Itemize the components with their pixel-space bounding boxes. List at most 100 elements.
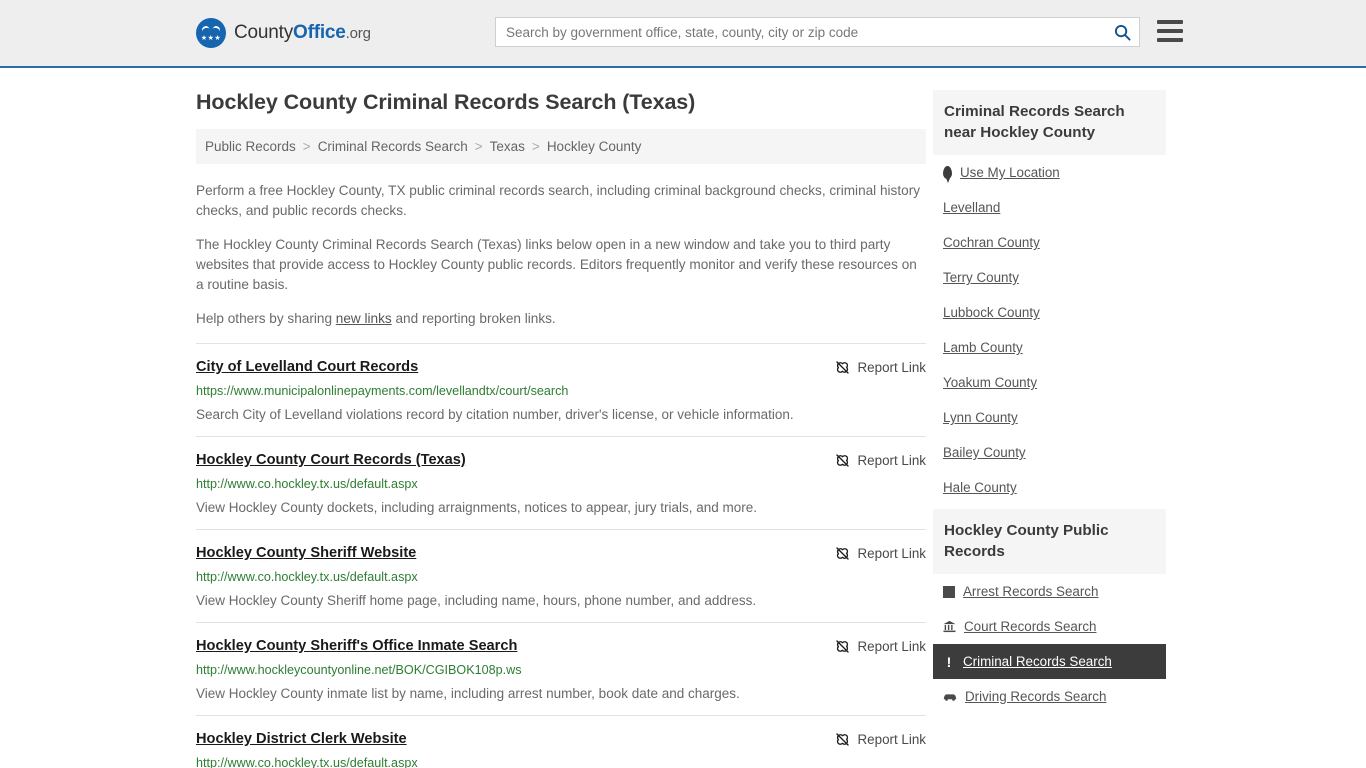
result-title-link[interactable]: Hockley District Clerk Website — [196, 730, 407, 748]
result-item: Hockley County Sheriff's Office Inmate S… — [196, 622, 926, 715]
nearby-item-label: Lubbock County — [943, 305, 1040, 320]
public-records-item-label: Arrest Records Search — [963, 584, 1099, 599]
eagle-seal-icon: ★★★ — [196, 18, 226, 48]
share-suffix: and reporting broken links. — [391, 311, 556, 326]
broken-link-icon — [835, 361, 849, 374]
hamburger-bar — [1157, 29, 1183, 33]
public-records-list-item[interactable]: Court Records Search — [933, 609, 1166, 644]
nearby-item-label: Cochran County — [943, 235, 1040, 250]
exclamation-icon: ! — [946, 653, 952, 670]
hamburger-bar — [1157, 20, 1183, 24]
nearby-list-item[interactable]: Lubbock County — [933, 295, 1166, 330]
result-header: Hockley District Clerk Website Report Li… — [196, 730, 926, 748]
report-link-label: Report Link — [857, 639, 926, 654]
breadcrumb-item-public-records[interactable]: Public Records — [205, 139, 296, 154]
public-records-list-item[interactable]: Driving Records Search — [933, 679, 1166, 714]
result-url[interactable]: http://www.co.hockley.tx.us/default.aspx — [196, 477, 926, 492]
public-records-heading: Hockley County Public Records — [933, 509, 1166, 574]
nearby-item-label: Lamb County — [943, 340, 1023, 355]
nearby-item-label: Levelland — [943, 200, 1001, 215]
report-link-button[interactable]: Report Link — [834, 637, 926, 655]
intro-paragraph-1: Perform a free Hockley County, TX public… — [196, 183, 921, 218]
result-item: Hockley County Court Records (Texas) Rep… — [196, 436, 926, 529]
report-link-button[interactable]: Report Link — [834, 730, 926, 748]
brand-part1: County — [234, 22, 294, 43]
brand-tld: .org — [345, 25, 371, 42]
result-description: Search City of Levelland violations reco… — [196, 407, 794, 422]
result-url[interactable]: http://www.co.hockley.tx.us/default.aspx — [196, 756, 926, 768]
public-records-list: Arrest Records Search Court Records Sear… — [933, 574, 1166, 714]
nearby-item-label: Terry County — [943, 270, 1019, 285]
broken-link-icon — [835, 733, 849, 746]
report-link-button[interactable]: Report Link — [834, 544, 926, 562]
page-title: Hockley County Criminal Records Search (… — [196, 90, 696, 114]
result-description: View Hockley County Sheriff home page, i… — [196, 593, 757, 608]
breadcrumb-separator: > — [531, 139, 540, 154]
nearby-item-label: Use My Location — [960, 165, 1060, 180]
nearby-item-label: Yoakum County — [943, 375, 1038, 390]
car-icon — [943, 694, 957, 701]
nearby-list-item[interactable]: Yoakum County — [933, 365, 1166, 400]
nearby-list-item[interactable]: Lynn County — [933, 400, 1166, 435]
nearby-list-item[interactable]: Terry County — [933, 260, 1166, 295]
nearby-item-label: Hale County — [943, 480, 1017, 495]
page-body: Hockley County Criminal Records Search (… — [0, 68, 1366, 768]
result-title-link[interactable]: City of Levelland Court Records — [196, 358, 418, 376]
public-records-item-label: Criminal Records Search — [963, 654, 1112, 669]
search-button[interactable] — [1105, 18, 1139, 46]
result-description: View Hockley County inmate list by name,… — [196, 686, 740, 701]
result-url[interactable]: http://www.co.hockley.tx.us/default.aspx — [196, 570, 926, 585]
breadcrumb-separator: > — [302, 139, 311, 154]
public-records-list-item[interactable]: ! Criminal Records Search — [933, 644, 1166, 679]
report-link-label: Report Link — [857, 732, 926, 747]
report-link-label: Report Link — [857, 453, 926, 468]
map-pin-icon — [943, 166, 952, 183]
result-url[interactable]: http://www.hockleycountyonline.net/BOK/C… — [196, 663, 926, 678]
public-records-list-item[interactable]: Arrest Records Search — [933, 574, 1166, 609]
report-link-button[interactable]: Report Link — [834, 358, 926, 376]
brand-wordmark: CountyOffice.org — [234, 22, 371, 44]
public-records-item-label: Court Records Search — [964, 619, 1097, 634]
site-header: ★★★ CountyOffice.org — [0, 0, 1366, 68]
fingerprint-icon — [943, 585, 955, 598]
search-icon — [1114, 24, 1131, 41]
result-title-link[interactable]: Hockley County Sheriff's Office Inmate S… — [196, 637, 517, 655]
nearby-searches-card: Criminal Records Search near Hockley Cou… — [933, 90, 1166, 505]
intro-paragraph-2: The Hockley County Criminal Records Sear… — [196, 237, 917, 292]
report-link-label: Report Link — [857, 546, 926, 561]
search-bar — [495, 17, 1140, 47]
hamburger-bar — [1157, 38, 1183, 42]
nearby-list-item[interactable]: Levelland — [933, 190, 1166, 225]
result-header: City of Levelland Court Records Report L… — [196, 358, 926, 376]
result-header: Hockley County Sheriff Website Report Li… — [196, 544, 926, 562]
public-records-card: Hockley County Public Records Arrest Rec… — [933, 509, 1166, 714]
breadcrumb: Public Records > Criminal Records Search… — [196, 129, 926, 164]
main-content: Hockley County Criminal Records Search (… — [196, 90, 926, 768]
nearby-list-item[interactable]: Use My Location — [933, 155, 1166, 190]
result-title-link[interactable]: Hockley County Sheriff Website — [196, 544, 416, 562]
broken-link-icon — [835, 640, 849, 653]
report-link-button[interactable]: Report Link — [834, 451, 926, 469]
result-title-link[interactable]: Hockley County Court Records (Texas) — [196, 451, 466, 469]
nearby-searches-heading: Criminal Records Search near Hockley Cou… — [933, 90, 1166, 155]
breadcrumb-item-criminal-records-search[interactable]: Criminal Records Search — [318, 139, 468, 154]
sidebar: Criminal Records Search near Hockley Cou… — [933, 90, 1166, 768]
nearby-item-label: Lynn County — [943, 410, 1018, 425]
nearby-item-label: Bailey County — [943, 445, 1026, 460]
nearby-list-item[interactable]: Bailey County — [933, 435, 1166, 470]
breadcrumb-item-hockley-county[interactable]: Hockley County — [547, 139, 642, 154]
nearby-list-item[interactable]: Cochran County — [933, 225, 1166, 260]
new-links-link[interactable]: new links — [336, 311, 392, 326]
report-link-label: Report Link — [857, 360, 926, 375]
share-paragraph: Help others by sharing new links and rep… — [196, 309, 926, 329]
search-input[interactable] — [496, 24, 1105, 40]
broken-link-icon — [835, 454, 849, 467]
breadcrumb-item-texas[interactable]: Texas — [490, 139, 525, 154]
nearby-list-item[interactable]: Lamb County — [933, 330, 1166, 365]
nearby-list-item[interactable]: Hale County — [933, 470, 1166, 505]
result-url[interactable]: https://www.municipalonlinepayments.com/… — [196, 384, 926, 399]
brand-part2: Office — [293, 22, 346, 43]
nearby-searches-list: Use My Location Levelland Cochran County Te… — [933, 155, 1166, 505]
site-logo[interactable]: ★★★ CountyOffice.org — [196, 18, 371, 48]
menu-button[interactable] — [1157, 20, 1183, 42]
